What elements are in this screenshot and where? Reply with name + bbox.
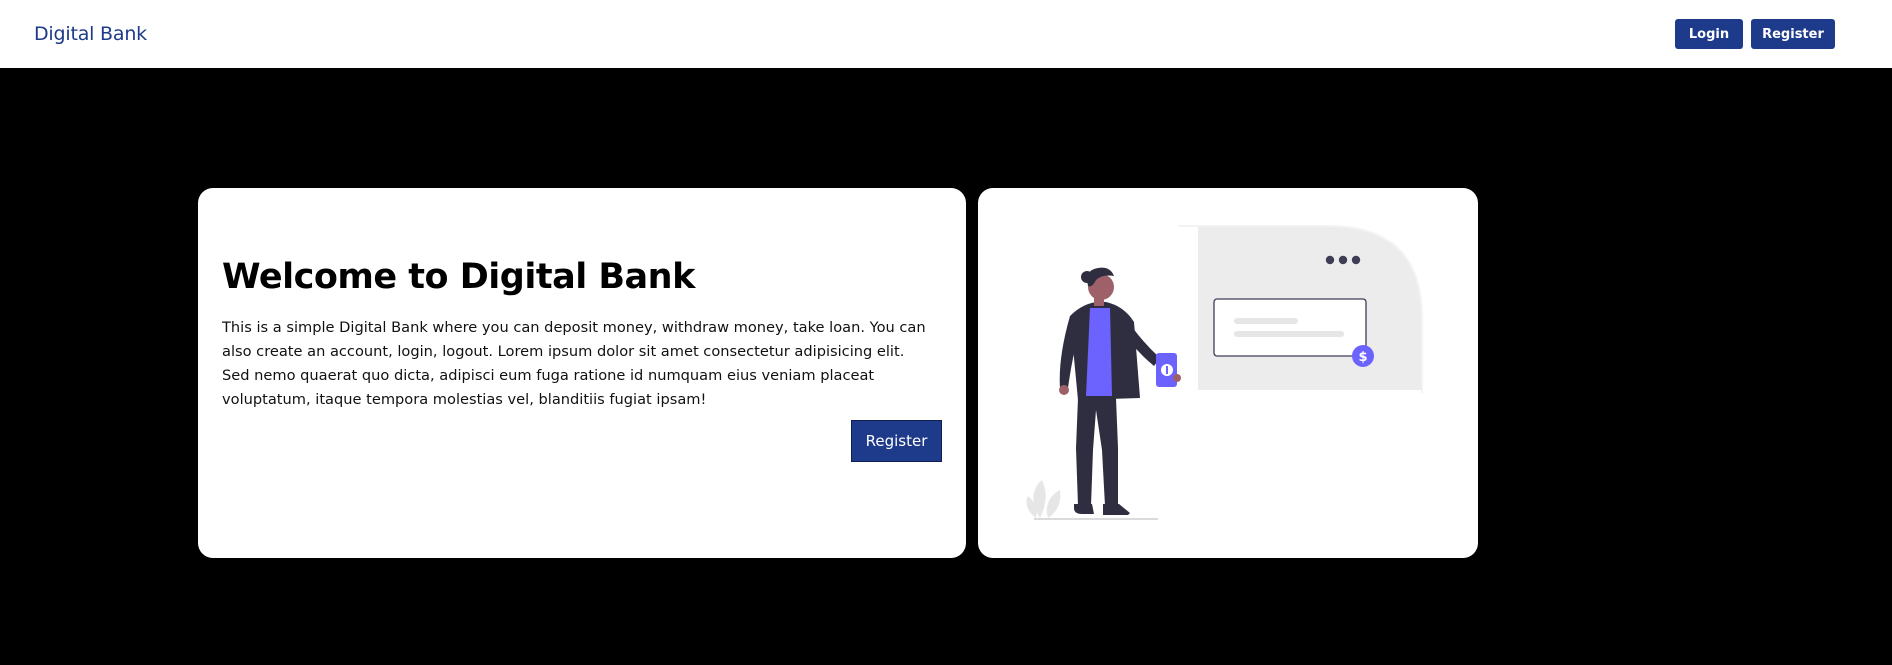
message-box: [1213, 298, 1367, 357]
illustration-card: $: [978, 188, 1478, 558]
phone-icon: [1156, 353, 1181, 387]
top-navbar: Digital Bank Login Register: [0, 0, 1892, 68]
page-title: Welcome to Digital Bank: [222, 257, 695, 297]
more-dots-icon: [1325, 255, 1361, 265]
dollar-coin-icon: $: [1352, 345, 1374, 367]
register-button[interactable]: Register: [1751, 19, 1835, 49]
svg-text:$: $: [1358, 350, 1367, 365]
plant-icon: [1026, 480, 1061, 518]
person-holding-phone-payment-illustration: $: [1026, 225, 1423, 520]
person-figure: [1059, 267, 1160, 515]
login-button[interactable]: Login: [1675, 19, 1743, 49]
welcome-description: This is a simple Digital Bank where you …: [222, 319, 926, 408]
nav-actions: Login Register: [1675, 19, 1835, 49]
brand-logo[interactable]: Digital Bank: [34, 23, 147, 45]
hero-register-button[interactable]: Register: [851, 420, 942, 462]
welcome-card: Welcome to Digital Bank This is a simple…: [198, 188, 966, 558]
